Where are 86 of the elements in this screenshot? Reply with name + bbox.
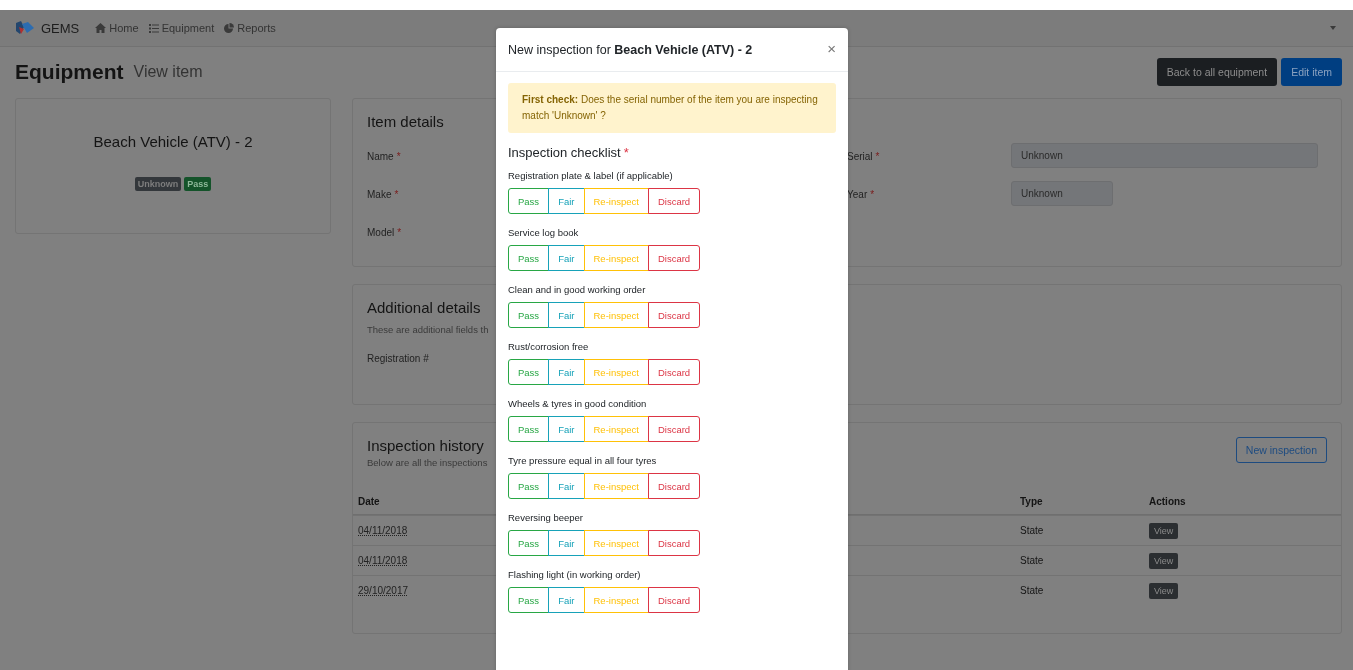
table-cell-text: State [1020, 525, 1045, 536]
checklist-item-label: Clean and in good working order [508, 284, 647, 295]
view-button[interactable]: View [1149, 522, 1179, 539]
rating-option[interactable]: Pass [508, 587, 550, 613]
rating-option[interactable]: Re-inspect [583, 302, 649, 328]
status-badge: Pass [184, 177, 212, 191]
checklist-item-label: Service log book [508, 227, 580, 238]
rating-option[interactable]: Fair [548, 473, 585, 499]
new-inspection-button[interactable]: New inspection [1235, 437, 1327, 463]
rating-option[interactable]: Re-inspect [583, 587, 649, 613]
rating-option[interactable]: Fair [548, 359, 585, 385]
rating-option[interactable]: Pass [508, 188, 550, 214]
view-button[interactable]: View [1149, 552, 1179, 569]
rating-option[interactable]: Pass [508, 359, 550, 385]
view-button[interactable]: View [1149, 582, 1179, 599]
rating-option[interactable]: Re-inspect [583, 530, 649, 556]
warning-alert: First check: Does the serial number of the item you are inspecting match 'Unknown' ? [508, 83, 836, 133]
close-button[interactable]: × [827, 40, 836, 59]
column-header: Date [358, 495, 381, 507]
dialog-title: New inspection for Beach Vehicle (ATV) - 2 [508, 42, 753, 57]
rating-option[interactable]: Re-inspect [583, 359, 649, 385]
checklist-item-label: Wheels & tyres in good condition [508, 398, 648, 409]
date-link[interactable]: 04/11/2018 [358, 525, 408, 536]
section-title: Item details [367, 113, 444, 130]
rating-option[interactable]: Fair [548, 302, 585, 328]
header-button[interactable]: Edit item [1281, 58, 1342, 86]
checklist-item-label: Rust/corrosion free [508, 341, 590, 352]
item-title: Beach Vehicle (ATV) - 2 [93, 133, 253, 150]
input-field[interactable]: Unknown [1011, 180, 1113, 206]
nav-link[interactable]: Home [95, 22, 139, 34]
rating-option[interactable]: Discard [647, 416, 701, 442]
rating-option[interactable]: Fair [548, 587, 585, 613]
header-button[interactable]: Back to all equipment [1156, 58, 1278, 86]
rating-option[interactable]: Discard [647, 530, 701, 556]
section-title: Additional details [367, 299, 481, 316]
section-description: Below are all the inspections [367, 457, 488, 468]
date-link[interactable]: 04/11/2018 [358, 555, 408, 566]
rating-option[interactable]: Discard [647, 473, 701, 499]
rating-option[interactable]: Fair [548, 188, 585, 214]
logo-icon [15, 21, 35, 35]
field-label: Model * [367, 227, 402, 238]
input-field[interactable]: Unknown [1011, 142, 1318, 168]
caret-icon[interactable] [1330, 26, 1336, 30]
rating-option[interactable]: Fair [548, 416, 585, 442]
list-icon [148, 23, 159, 33]
section-title: Inspection history [367, 437, 484, 454]
rating-option[interactable]: Re-inspect [583, 188, 649, 214]
field-label: Year * [847, 189, 875, 200]
field-label: Name * [367, 151, 401, 162]
field-label: Registration # [367, 353, 429, 364]
rating-option[interactable]: Re-inspect [583, 473, 649, 499]
rating-option[interactable]: Pass [508, 416, 550, 442]
rating-option[interactable]: Re-inspect [583, 245, 649, 271]
section-description: These are additional fields th [367, 324, 489, 335]
column-header: Actions [1149, 495, 1186, 507]
rating-option[interactable]: Re-inspect [583, 416, 649, 442]
table-cell-text: State [1020, 585, 1045, 596]
checklist-item-label: Flashing light (in working order) [508, 569, 642, 580]
page-subtitle: View item [133, 63, 203, 81]
rating-option[interactable]: Discard [647, 587, 701, 613]
brand-name[interactable]: GEMS [41, 20, 80, 36]
checklist-item-label: Reversing beeper [508, 512, 584, 523]
rating-option[interactable]: Fair [548, 245, 585, 271]
rating-option[interactable]: Discard [647, 302, 701, 328]
rating-option[interactable]: Discard [647, 188, 701, 214]
rating-option[interactable]: Discard [647, 359, 701, 385]
status-badge: Unknown [134, 177, 182, 191]
home-icon [95, 23, 107, 33]
checklist-item-label: Tyre pressure equal in all four tyres [508, 455, 658, 466]
pie-chart-icon [224, 23, 235, 33]
nav-link[interactable]: Equipment [148, 22, 215, 34]
rating-option[interactable]: Pass [508, 530, 550, 556]
field-label: Serial * [847, 151, 880, 162]
nav-link[interactable]: Reports [224, 22, 276, 34]
checklist-title: Inspection checklist * [508, 145, 630, 160]
field-label: Make * [367, 189, 399, 200]
rating-option[interactable]: Discard [647, 245, 701, 271]
checklist-item-label: Registration plate & label (if applicable) [508, 170, 674, 181]
rating-option[interactable]: Pass [508, 245, 550, 271]
rating-option[interactable]: Fair [548, 530, 585, 556]
table-cell-text: State [1020, 555, 1045, 566]
page-title: Equipment [15, 60, 124, 84]
rating-option[interactable]: Pass [508, 473, 550, 499]
column-header: Type [1020, 495, 1044, 507]
date-link[interactable]: 29/10/2017 [358, 585, 409, 596]
rating-option[interactable]: Pass [508, 302, 550, 328]
